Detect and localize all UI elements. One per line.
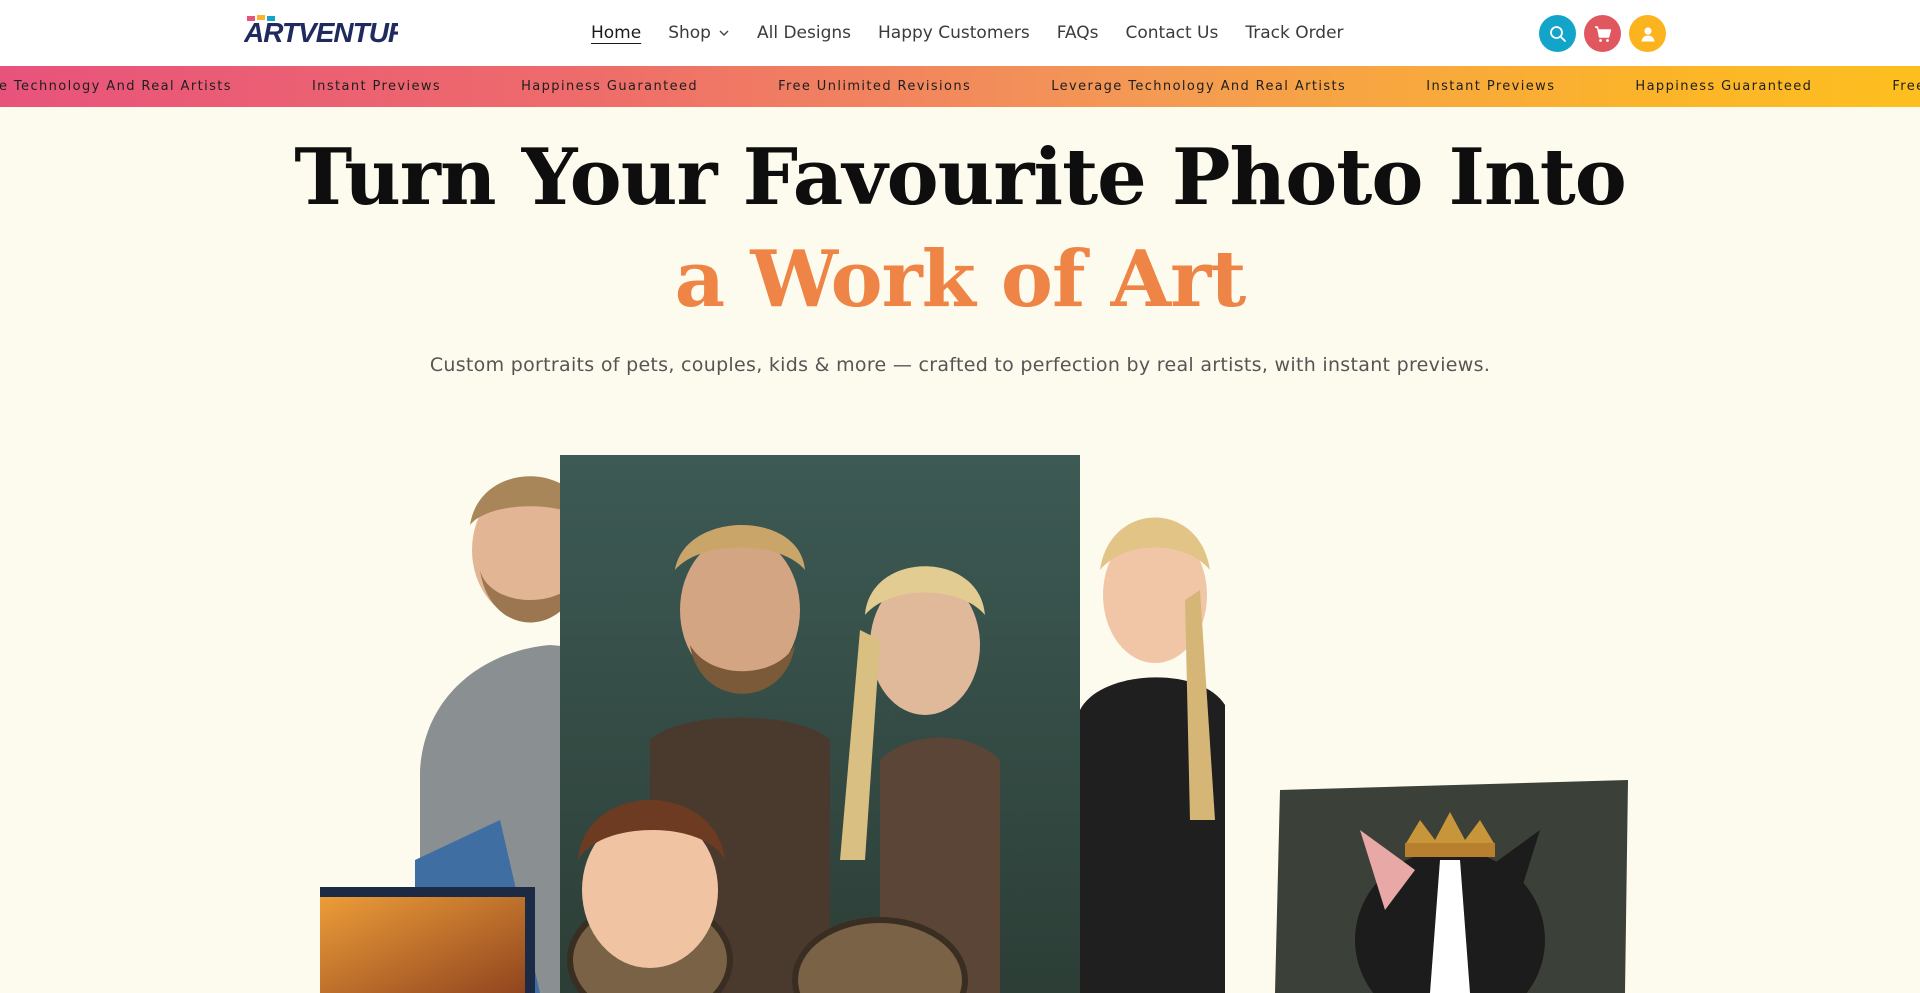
nav-contact-us-label: Contact Us <box>1125 23 1219 43</box>
announcement-marquee: e Technology And Real Artists Instant Pr… <box>0 66 1920 107</box>
nav-all-designs[interactable]: All Designs <box>757 23 851 43</box>
chevron-down-icon <box>719 30 729 36</box>
site-header: ARTVENTURES Home Shop All Designs Happy … <box>0 0 1920 66</box>
user-icon <box>1641 26 1654 41</box>
cart-icon <box>1594 25 1611 42</box>
nav-track-order-label: Track Order <box>1245 23 1344 43</box>
nav-happy-customers[interactable]: Happy Customers <box>878 23 1030 43</box>
brand-logo[interactable]: ARTVENTURES <box>244 13 398 49</box>
marquee-item: e Technology And Real Artists <box>0 79 232 94</box>
marquee-track: e Technology And Real Artists Instant Pr… <box>0 66 1920 107</box>
nav-faqs-label: FAQs <box>1056 23 1099 43</box>
nav-home-label: Home <box>591 23 642 43</box>
nav-track-order[interactable]: Track Order <box>1245 23 1343 43</box>
svg-text:ARTVENTURES: ARTVENTURES <box>244 17 398 48</box>
dog-canvas <box>1275 780 1628 993</box>
marquee-item: Happiness Guaranteed <box>1635 79 1813 94</box>
marquee-item: Free Unlimited Revisions <box>778 79 972 94</box>
hero-image <box>320 455 1628 993</box>
header-actions <box>1539 15 1674 52</box>
logo-wordmark: ARTVENTURES <box>244 15 398 48</box>
marquee-item: Leverage Technology And Real Artists <box>1051 79 1347 94</box>
main-nav: Home Shop All Designs Happy Customers FA… <box>591 0 1371 66</box>
nav-home[interactable]: Home <box>591 23 641 43</box>
hero-title: Turn Your Favourite Photo Into <box>294 132 1627 223</box>
account-button[interactable] <box>1629 15 1666 52</box>
nav-contact-us[interactable]: Contact Us <box>1125 23 1218 43</box>
nav-shop-label: Shop <box>668 23 711 43</box>
nav-all-designs-label: All Designs <box>756 23 851 43</box>
cart-button[interactable] <box>1584 15 1621 52</box>
search-icon <box>1549 25 1566 42</box>
marquee-item: Instant Previews <box>311 79 442 94</box>
search-button[interactable] <box>1539 15 1576 52</box>
marquee-item: Instant Previews <box>1426 79 1556 94</box>
nav-shop[interactable]: Shop <box>668 23 730 43</box>
hero-title-accent: a Work of Art <box>674 234 1247 325</box>
marquee-item: Free <box>1892 79 1920 94</box>
marquee-item: Happiness Guaranteed <box>521 79 699 94</box>
nav-faqs[interactable]: FAQs <box>1057 23 1099 43</box>
nav-happy-customers-label: Happy Customers <box>878 23 1030 43</box>
woman-right-figure <box>1080 517 1225 993</box>
hero-subtitle: Custom portraits of pets, couples, kids … <box>429 354 1491 376</box>
